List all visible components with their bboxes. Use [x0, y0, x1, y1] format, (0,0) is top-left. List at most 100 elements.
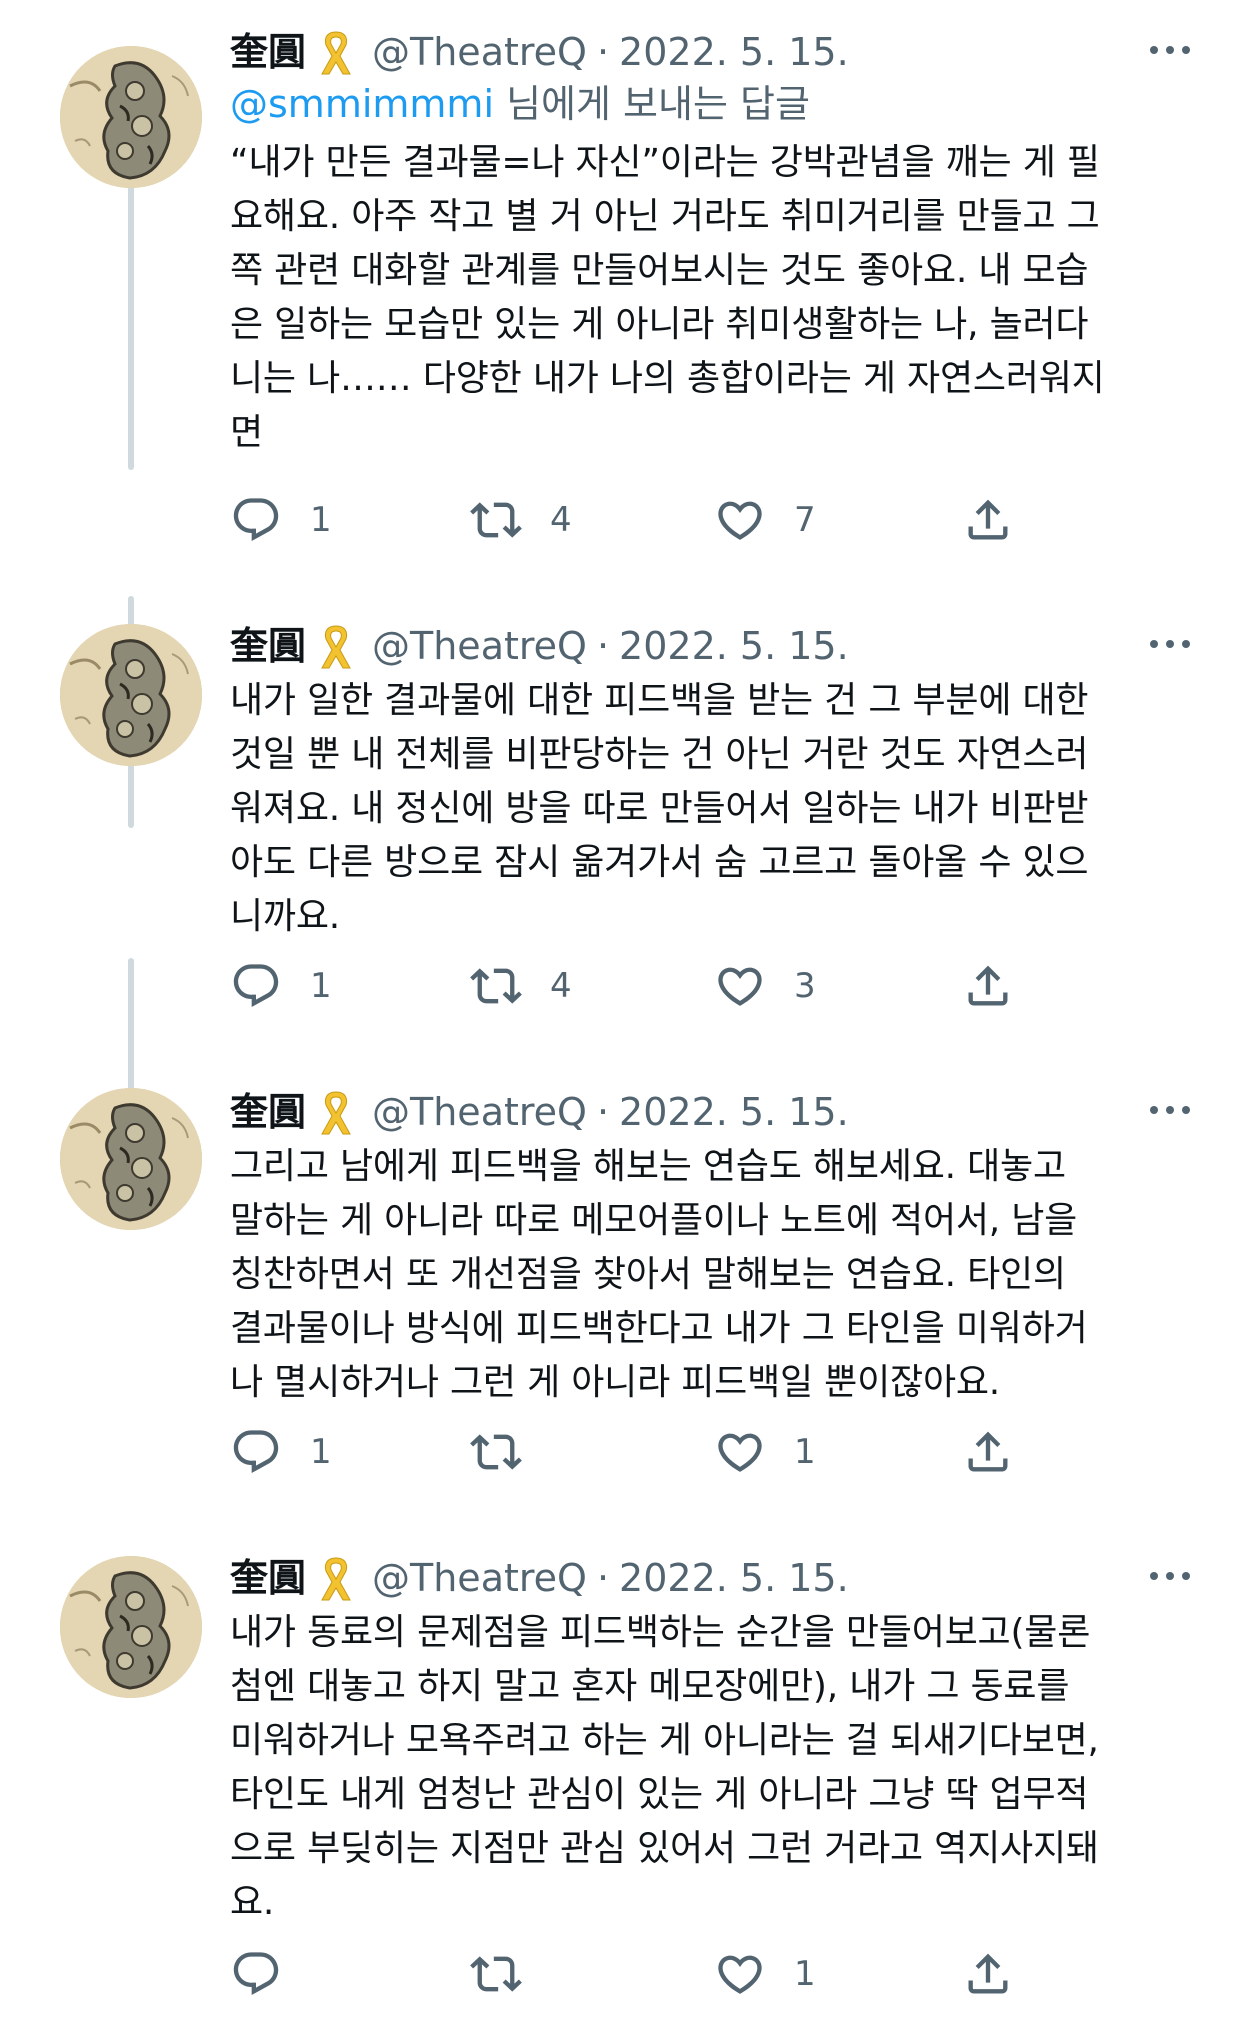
avatar[interactable] [60, 1088, 202, 1230]
thread-line [128, 146, 134, 470]
share-button[interactable] [962, 956, 1014, 1016]
reply-button[interactable]: 1 [230, 1422, 332, 1482]
like-button[interactable]: 7 [714, 490, 816, 550]
tweet-text: 그리고 남에게 피드백을 해보는 연습도 해보세요. 대놓고 말하는 게 아니라… [230, 1140, 1194, 1410]
like-button[interactable]: 1 [714, 1944, 816, 2004]
reply-icon [230, 1426, 282, 1478]
avatar-image [60, 624, 202, 766]
retweet-button[interactable]: 4 [470, 956, 572, 1016]
reply-button[interactable]: 1 [230, 490, 332, 550]
tweet-date[interactable]: 2022. 5. 15. [619, 1552, 849, 1604]
display-name[interactable]: 奎圓 [230, 1552, 306, 1604]
separator-dot: · [596, 624, 610, 668]
share-button[interactable] [962, 1944, 1014, 2004]
retweet-count: 4 [550, 500, 572, 540]
reply-to-line: @smmimmmi 님에게 보내는 답글 [230, 78, 1194, 130]
tweet-header: 奎圓 @TheatreQ · 2022. 5. 15. [230, 620, 1194, 672]
tweet-content: 奎圓 @TheatreQ · 2022. 5. 15. 내가 일한 결과물에 대… [230, 620, 1194, 944]
tweet-text: 내가 일한 결과물에 대한 피드백을 받는 건 그 부분에 대한 것일 뿐 내 … [230, 674, 1194, 944]
tweet-text-line: 니는 나…… 다양한 내가 나의 총합이라는 게 자연스러워지 [230, 358, 1105, 399]
tweet-text-line: 말하는 게 아니라 따로 메모어플이나 노트에 적어서, 남을 [230, 1200, 1078, 1241]
tweet-text-line: 은 일하는 모습만 있는 게 아니라 취미생활하는 나, 놀러다 [230, 304, 1089, 345]
retweet-button[interactable]: 4 [470, 490, 572, 550]
share-button[interactable] [962, 490, 1014, 550]
tweet-text-line: 워져요. 내 정신에 방을 따로 만들어서 일하는 내가 비판받 [230, 788, 1089, 829]
tweet-header: 奎圓 @TheatreQ · 2022. 5. 15. [230, 1552, 1194, 1604]
tweet-actions: 1 4 3 [230, 956, 1020, 1016]
retweet-icon [470, 494, 522, 546]
reply-count: 1 [310, 1432, 332, 1472]
user-handle[interactable]: @TheatreQ [372, 1086, 587, 1138]
like-count: 3 [794, 966, 816, 1006]
tweet-text-line: 니까요. [230, 896, 341, 937]
tweet-text: “내가 만든 결과물=나 자신”이라는 강박관념을 깨는 게 필 요해요. 아주… [230, 136, 1194, 460]
display-name[interactable]: 奎圓 [230, 620, 306, 672]
reply-icon [230, 494, 282, 546]
share-icon [962, 1948, 1014, 2000]
display-name[interactable]: 奎圓 [230, 1086, 306, 1138]
tweet-text-line: 것일 뿐 내 전체를 비판당하는 건 아닌 거란 것도 자연스러 [230, 734, 1089, 775]
tweet-text-line: 요해요. 아주 작고 별 거 아닌 거라도 취미거리를 만들고 그 [230, 196, 1100, 237]
tweet-text-line: 미워하거나 모욕주려고 하는 게 아니라는 걸 되새기다보면, [230, 1720, 1099, 1761]
like-count: 1 [794, 1954, 816, 1994]
more-icon[interactable] [1146, 1556, 1194, 1596]
separator-dot: · [596, 1556, 610, 1600]
reply-button[interactable]: 1 [230, 956, 332, 1016]
retweet-icon [470, 1426, 522, 1478]
reply-icon [230, 1948, 282, 2000]
tweet-text-line: 결과물이나 방식에 피드백한다고 내가 그 타인을 미워하거 [230, 1308, 1088, 1349]
more-icon[interactable] [1146, 1090, 1194, 1130]
reply-button[interactable] [230, 1944, 310, 2004]
user-handle[interactable]: @TheatreQ [372, 26, 587, 78]
tweet-date[interactable]: 2022. 5. 15. [619, 26, 849, 78]
share-button[interactable] [962, 1422, 1014, 1482]
user-handle[interactable]: @TheatreQ [372, 1552, 587, 1604]
tweet-text-line: 그리고 남에게 피드백을 해보는 연습도 해보세요. 대놓고 [230, 1146, 1066, 1187]
retweet-button[interactable] [470, 1422, 550, 1482]
tweet-text-line: 아도 다른 방으로 잠시 옮겨가서 숨 고르고 돌아올 수 있으 [230, 842, 1089, 883]
yellow-ribbon-icon [314, 622, 358, 670]
like-icon [714, 494, 766, 546]
retweet-count: 4 [550, 966, 572, 1006]
tweet-header: 奎圓 @TheatreQ · 2022. 5. 15. [230, 1086, 1194, 1138]
avatar[interactable] [60, 1556, 202, 1698]
tweet-date[interactable]: 2022. 5. 15. [619, 1086, 849, 1138]
like-count: 1 [794, 1432, 816, 1472]
reply-count: 1 [310, 500, 332, 540]
yellow-ribbon-icon [314, 1554, 358, 1602]
tweet-text-line: 요. [230, 1882, 275, 1923]
share-icon [962, 494, 1014, 546]
avatar[interactable] [60, 624, 202, 766]
tweet-content: 奎圓 @TheatreQ · 2022. 5. 15. @smmimmmi 님에… [230, 26, 1194, 460]
yellow-ribbon-icon [314, 28, 358, 76]
separator-dot: · [596, 1090, 610, 1134]
avatar[interactable] [60, 46, 202, 188]
tweet-content: 奎圓 @TheatreQ · 2022. 5. 15. 그리고 남에게 피드백을… [230, 1086, 1194, 1410]
tweet-text-line: 첨엔 대놓고 하지 말고 혼자 메모장에만), 내가 그 동료를 [230, 1666, 1070, 1707]
tweet-text-line: 면 [230, 412, 263, 453]
reply-to-suffix: 님에게 보내는 답글 [494, 82, 810, 126]
retweet-icon [470, 1948, 522, 2000]
tweet-text-line: 칭찬하면서 또 개선점을 찾아서 말해보는 연습요. 타인의 [230, 1254, 1066, 1295]
tweet-date[interactable]: 2022. 5. 15. [619, 620, 849, 672]
reply-count: 1 [310, 966, 332, 1006]
tweet-text: 내가 동료의 문제점을 피드백하는 순간을 만들어보고(물론 첨엔 대놓고 하지… [230, 1606, 1194, 1930]
display-name[interactable]: 奎圓 [230, 26, 306, 78]
tweet-text-line: 으로 부딪히는 지점만 관심 있어서 그런 거라고 역지사지돼 [230, 1828, 1099, 1869]
tweet-text-line: 쪽 관련 대화할 관계를 만들어보시는 것도 좋아요. 내 모습 [230, 250, 1089, 291]
reply-icon [230, 960, 282, 1012]
like-icon [714, 960, 766, 1012]
reply-mention-link[interactable]: @smmimmmi [230, 82, 494, 126]
like-button[interactable]: 1 [714, 1422, 816, 1482]
like-icon [714, 1426, 766, 1478]
tweet-text-line: 내가 일한 결과물에 대한 피드백을 받는 건 그 부분에 대한 [230, 680, 1089, 721]
more-icon[interactable] [1146, 30, 1194, 70]
like-button[interactable]: 3 [714, 956, 816, 1016]
share-icon [962, 1426, 1014, 1478]
more-icon[interactable] [1146, 624, 1194, 664]
retweet-button[interactable] [470, 1944, 550, 2004]
user-handle[interactable]: @TheatreQ [372, 620, 587, 672]
tweet-text-line: 내가 동료의 문제점을 피드백하는 순간을 만들어보고(물론 [230, 1612, 1091, 1653]
separator-dot: · [596, 30, 610, 74]
avatar-image [60, 46, 202, 188]
